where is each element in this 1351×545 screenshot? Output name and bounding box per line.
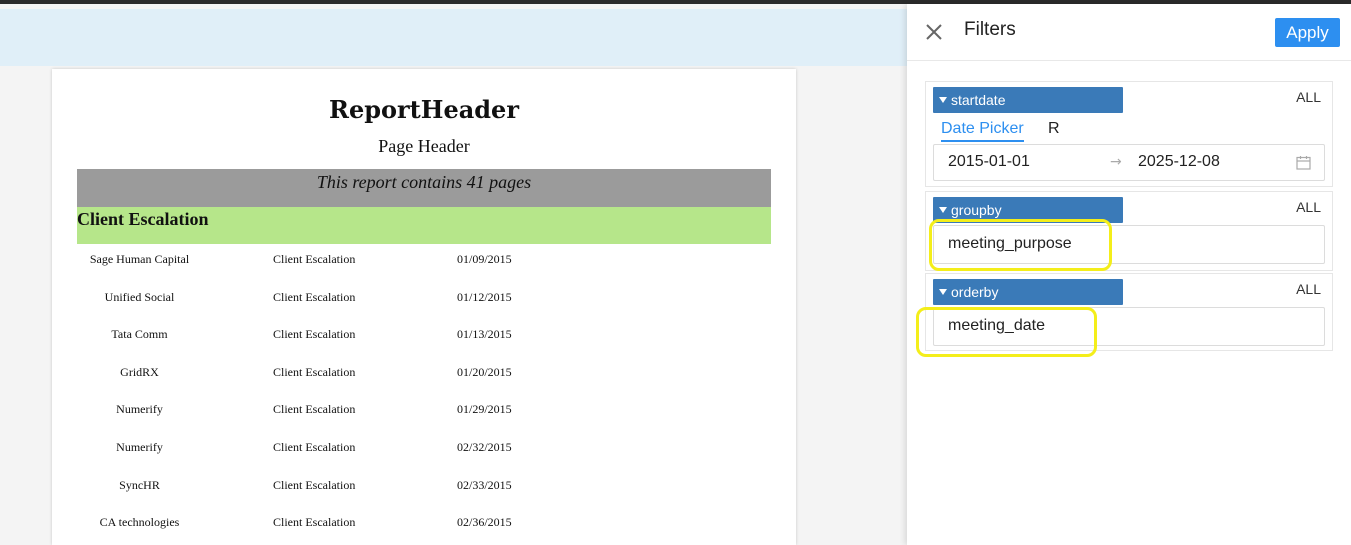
end-date-input[interactable]: 2025-12-08: [1138, 153, 1220, 171]
caret-down-icon: [939, 289, 947, 295]
arrow-right-icon: →: [1110, 154, 1122, 170]
date-cell: 01/29/2015: [457, 402, 512, 417]
date-cell: 02/36/2015: [457, 515, 512, 530]
filters-title: Filters: [964, 19, 1016, 40]
startdate-all-label[interactable]: ALL: [1296, 89, 1321, 105]
group-header-band: Client Escalation: [77, 207, 771, 244]
report-rows: Sage Human Capital Client Escalation 01/…: [52, 244, 796, 545]
close-icon[interactable]: [924, 22, 944, 42]
table-row: Numerify Client Escalation 01/29/2015: [52, 394, 796, 432]
start-date-input[interactable]: 2015-01-01: [948, 153, 1030, 171]
filters-header: Filters Apply: [907, 4, 1351, 61]
report-page: ReportHeader Page Header This report con…: [52, 69, 796, 545]
report-header: ReportHeader: [329, 95, 519, 124]
toolbar-band: [0, 9, 907, 66]
date-range-picker[interactable]: 2015-01-01 → 2025-12-08: [933, 144, 1325, 181]
client-cell: GridRX: [120, 364, 159, 379]
table-row: SyncHR Client Escalation 02/33/2015: [52, 470, 796, 508]
date-cell: 01/13/2015: [457, 327, 512, 342]
table-row: Unified Social Client Escalation 01/12/2…: [52, 282, 796, 320]
date-cell: 01/20/2015: [457, 364, 512, 379]
purpose-cell: Client Escalation: [273, 439, 356, 454]
filters-panel: Filters Apply startdate ALL Date Picker …: [907, 4, 1351, 545]
group-label: Client Escalation: [77, 209, 209, 229]
purpose-cell: Client Escalation: [273, 402, 356, 417]
client-cell: Unified Social: [104, 289, 175, 304]
client-cell: Sage Human Capital: [89, 252, 190, 266]
date-cell: 01/12/2015: [457, 289, 512, 304]
startdate-label: startdate: [951, 92, 1006, 108]
orderby-header[interactable]: orderby: [933, 279, 1123, 305]
filter-startdate: startdate ALL Date Picker R 2015-01-01 →…: [925, 81, 1333, 187]
pages-note: This report contains 41 pages: [77, 169, 771, 207]
purpose-cell: Client Escalation: [273, 515, 356, 530]
table-row: Numerify Client Escalation 02/32/2015: [52, 432, 796, 470]
purpose-cell: Client Escalation: [273, 477, 356, 492]
purpose-cell: Client Escalation: [273, 289, 356, 304]
purpose-cell: Client Escalation: [273, 364, 356, 379]
table-row: Sage Human Capital Client Escalation 01/…: [52, 244, 796, 282]
orderby-all-label[interactable]: ALL: [1296, 281, 1321, 297]
startdate-header[interactable]: startdate: [933, 87, 1123, 113]
orderby-label: orderby: [951, 284, 999, 300]
client-cell: SyncHR: [119, 477, 160, 492]
client-cell: Numerify: [116, 402, 163, 417]
highlight-groupby: [929, 219, 1112, 271]
page-header: Page Header: [378, 136, 470, 156]
client-cell: CA technologies: [99, 515, 180, 530]
apply-button[interactable]: Apply: [1275, 18, 1340, 47]
client-cell: Numerify: [116, 439, 163, 454]
caret-down-icon: [939, 207, 947, 213]
date-cell: 02/32/2015: [457, 439, 512, 454]
tab-date-picker[interactable]: Date Picker: [941, 120, 1024, 142]
date-cell: 01/09/2015: [457, 252, 512, 266]
highlight-orderby: [916, 307, 1097, 357]
caret-down-icon: [939, 97, 947, 103]
table-row: CA technologies Client Escalation 02/36/…: [52, 507, 796, 545]
purpose-cell: Client Escalation: [273, 327, 356, 342]
client-cell: Tata Comm: [111, 327, 168, 342]
groupby-all-label[interactable]: ALL: [1296, 199, 1321, 215]
groupby-label: groupby: [951, 202, 1002, 218]
table-row: GridRX Client Escalation 01/20/2015: [52, 357, 796, 395]
purpose-cell: Client Escalation: [273, 252, 356, 266]
calendar-icon[interactable]: [1296, 155, 1311, 170]
date-cell: 02/33/2015: [457, 477, 512, 492]
table-row: Tata Comm Client Escalation 01/13/2015: [52, 319, 796, 357]
tab-r[interactable]: R: [1048, 120, 1060, 138]
